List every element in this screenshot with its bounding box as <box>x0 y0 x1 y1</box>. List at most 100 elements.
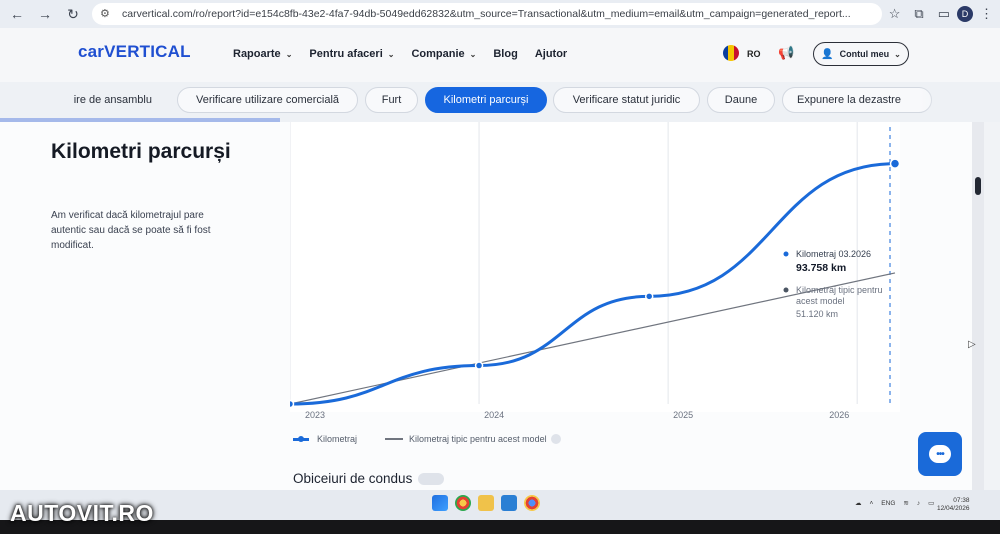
driving-habits-toggle[interactable] <box>418 472 445 485</box>
autovit-watermark: AUTOVIT.RO <box>10 500 154 526</box>
mileage-data-point <box>290 399 295 409</box>
tab-label: Kilometri parcurși <box>443 94 529 106</box>
tab-label: Verificare statut juridic <box>572 94 681 106</box>
section-title: Kilometri parcurși <box>51 140 231 163</box>
mouse-cursor-icon: ▷ <box>968 339 976 350</box>
mileage-chart[interactable]: 2023 2024 2025 2026 Kilometraj 03.2026 93.758… <box>290 122 920 457</box>
store-icon[interactable] <box>501 495 517 511</box>
clock-date: 12/04/2026 <box>937 505 970 512</box>
legend-info-toggle[interactable] <box>550 434 561 444</box>
tooltip-mileage-value: 93.758 km <box>796 262 846 274</box>
screen: ← → ↻ ⚙ carvertical.com/ro/report?id=e15… <box>0 0 1000 534</box>
driving-habits-label: Obiceiuri de condus <box>293 471 413 486</box>
reload-icon[interactable]: ↻ <box>62 3 84 25</box>
tooltip-typical-label: Kilometraj tipic pentru <box>796 285 883 295</box>
nav-label: Companie <box>411 48 465 60</box>
tab-label: Furt <box>381 94 402 106</box>
nav-rapoarte[interactable]: Rapoarte ⌄ <box>233 48 292 60</box>
mileage-data-point <box>644 292 654 301</box>
main-content: Kilometri parcurși Am verificat dacă kil… <box>0 122 1000 490</box>
cloud-icon[interactable]: ☁ <box>855 499 862 507</box>
megaphone-icon[interactable]: 📢 <box>778 45 794 61</box>
tooltip-typical-dot <box>783 287 789 293</box>
scrollbar-thumb[interactable] <box>975 177 981 195</box>
nav-label: Rapoarte <box>233 48 281 60</box>
tab-damage[interactable]: Daune <box>707 87 775 113</box>
x-tick-label: 2024 <box>484 410 504 420</box>
nav-ajutor[interactable]: Ajutor <box>535 48 567 60</box>
tooltip-typical-label-line2: acest model <box>796 296 845 306</box>
address-bar[interactable]: ⚙ carvertical.com/ro/report?id=e154c8fb-… <box>92 3 882 25</box>
driving-habits-heading: Obiceiuri de condus <box>293 471 445 486</box>
tab-disaster-exposure[interactable]: Expunere la dezastre <box>782 87 932 113</box>
legend-label-mileage: Kilometraj <box>317 434 358 444</box>
user-icon: 👤 <box>821 48 834 60</box>
nav-label: Ajutor <box>534 48 568 60</box>
account-button[interactable]: 👤 Contul meu ⌄ <box>813 42 909 66</box>
tabs-fade-left <box>0 82 70 122</box>
tooltip-mileage-label: Kilometraj 03.2026 <box>796 249 871 259</box>
extensions-icon[interactable]: ⧉ <box>914 6 923 22</box>
tab-commercial-use[interactable]: Verificare utilizare comercială <box>177 87 358 113</box>
tab-label: Daune <box>724 94 758 106</box>
x-tick-label: 2023 <box>305 410 325 420</box>
tab-mileage[interactable]: Kilometri parcurși <box>425 87 547 113</box>
nav-companie[interactable]: Companie ⌄ <box>411 48 476 60</box>
site-settings-icon[interactable]: ⚙ <box>100 7 114 21</box>
legend-key-mileage <box>293 435 309 442</box>
tab-label: Verificare utilizare comercială <box>195 94 340 106</box>
legend-key-typical <box>385 438 404 440</box>
chat-icon: ••• <box>929 445 951 463</box>
site-header: carVERTICAL Rapoarte ⌄ Pentru afaceri ⌄ Co… <box>0 28 1000 82</box>
account-label: Contul meu <box>839 49 890 59</box>
mileage-data-point <box>889 158 901 169</box>
legend-label-typical: Kilometraj tipic pentru acest model <box>409 434 547 444</box>
battery-icon[interactable]: ▭ <box>928 499 934 507</box>
wifi-icon[interactable]: ≋ <box>903 499 908 507</box>
section-tabs: ire de ansamblu Verificare utilizare com… <box>0 82 1000 122</box>
chrome-profile-icon[interactable] <box>524 495 540 511</box>
system-clock[interactable]: 07:38 12/04/2026 <box>937 497 970 513</box>
browser-menu-icon[interactable]: ⋮ <box>980 6 993 22</box>
romania-flag-icon[interactable] <box>723 45 739 61</box>
nav-blog[interactable]: Blog <box>493 48 517 60</box>
page-scrollbar[interactable] <box>972 122 984 490</box>
chat-button[interactable]: ••• <box>918 432 962 476</box>
clock-time: 07:38 <box>953 497 970 504</box>
chevron-up-icon[interactable]: ˄ <box>870 500 874 507</box>
profile-avatar[interactable]: D <box>957 6 973 22</box>
tooltip-typical-value: 51.120 km <box>796 309 838 319</box>
tabs-fade-right <box>920 82 1000 122</box>
nav-label: Pentru afaceri <box>309 48 383 60</box>
section-description: Am verificat dacă kilometrajul pare aute… <box>51 210 211 251</box>
chart-legend: Kilometraj Kilometraj tipic pentru acest… <box>293 434 561 444</box>
tab-legal-status[interactable]: Verificare statut juridic <box>553 87 700 113</box>
language-selector[interactable]: RO <box>747 49 761 59</box>
input-language[interactable]: ENG <box>881 500 895 507</box>
nav-pentru-afaceri[interactable]: Pentru afaceri ⌄ <box>309 48 394 60</box>
chevron-down-icon: ⌄ <box>285 49 293 59</box>
x-tick-label: 2026 <box>829 410 849 420</box>
volume-icon[interactable]: ♪ <box>917 500 920 507</box>
chevron-down-icon: ⌄ <box>469 49 477 59</box>
system-tray: ☁ ˄ ENG ≋ ♪ ▭ <box>855 499 942 508</box>
url-text: carvertical.com/ro/report?id=e154c8fb-43… <box>122 8 851 20</box>
tab-label: Expunere la dezastre <box>797 94 901 106</box>
back-icon[interactable]: ← <box>6 3 28 25</box>
carvertical-logo[interactable]: carVERTICAL <box>78 42 191 62</box>
forward-icon[interactable]: → <box>34 3 56 25</box>
windows-start-icon[interactable] <box>432 495 448 511</box>
main-nav: Rapoarte ⌄ Pentru afaceri ⌄ Companie ⌄ Blog… <box>233 48 584 60</box>
tab-label: ire de ansamblu <box>73 94 152 106</box>
file-explorer-icon[interactable] <box>478 495 494 511</box>
sidebar-icon[interactable]: ▭ <box>938 6 950 22</box>
chrome-icon[interactable] <box>455 495 471 511</box>
x-tick-label: 2025 <box>673 410 693 420</box>
mileage-data-point <box>474 361 484 370</box>
nav-label: Blog <box>493 48 518 60</box>
tooltip-mileage-dot <box>783 251 789 257</box>
chevron-down-icon: ⌄ <box>894 49 901 59</box>
tab-theft[interactable]: Furt <box>365 87 418 113</box>
browser-toolbar: ← → ↻ ⚙ carvertical.com/ro/report?id=e15… <box>0 0 1000 28</box>
bookmark-star-icon[interactable]: ☆ <box>889 6 901 22</box>
